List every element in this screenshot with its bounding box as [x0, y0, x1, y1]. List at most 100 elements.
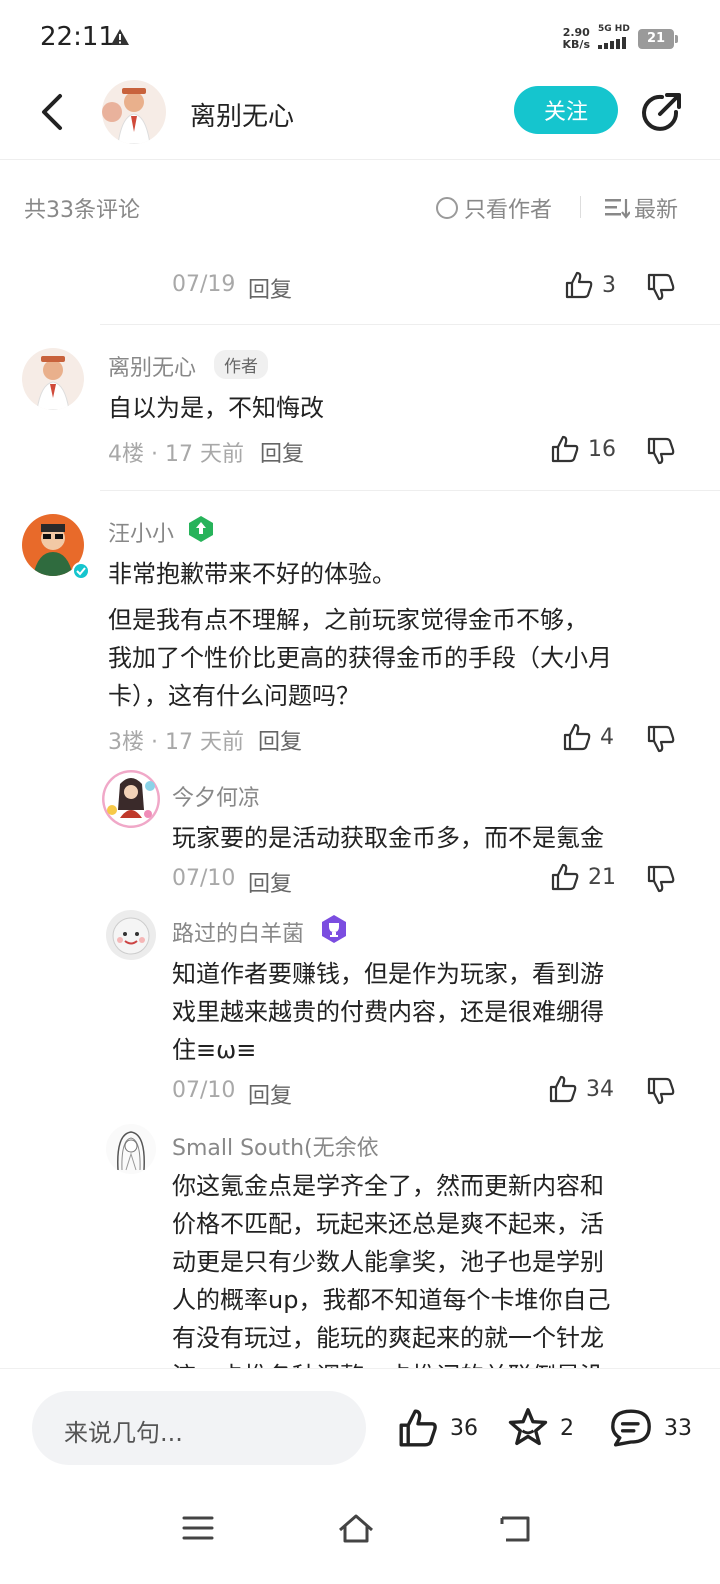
commenter-name[interactable]: 路过的白羊菌: [172, 916, 304, 948]
comment-text-line: 非常抱歉带来不好的体验。: [108, 560, 396, 588]
like-count: 16: [588, 436, 616, 462]
comment-input-placeholder: 来说几句...: [64, 1419, 183, 1447]
comment-count-total: 33: [664, 1415, 692, 1441]
share-icon[interactable]: [638, 90, 684, 136]
sort-label: 最新: [634, 198, 679, 223]
reply-date: 07/19: [172, 272, 236, 297]
bottom-action-bar: 来说几句... 36 2 33: [0, 1368, 720, 1488]
favorite-button[interactable]: 2: [506, 1407, 574, 1449]
reply-text: 玩家要的是活动获取金币多，而不是氪金: [172, 824, 604, 852]
comment-list[interactable]: █▆▇▆▅▆▇█▆▇▆▅▆▇▆▇▆▅ 07/19 回复 3 离别无心 作者 自以…: [0, 244, 720, 1368]
avatar[interactable]: [102, 770, 160, 828]
thumbs-down-icon[interactable]: [646, 436, 676, 466]
status-time: 22:11: [40, 22, 115, 52]
sort-icon: [605, 199, 630, 219]
like-count: 3: [602, 272, 616, 298]
sort-toggle[interactable]: 最新: [604, 192, 678, 224]
reply-button[interactable]: 回复: [248, 866, 292, 898]
reply-date: 07/10: [172, 1078, 236, 1103]
author-avatar[interactable]: [102, 80, 166, 144]
thumbs-up-icon: [565, 271, 593, 299]
reply-text-line: 戏里越来越贵的付费内容，还是很难绷得: [172, 998, 604, 1026]
comment-floor: 4楼 · 17 天前: [108, 442, 244, 467]
reply-button[interactable]: 回复: [248, 1078, 292, 1110]
system-nav-bar: [0, 1488, 720, 1584]
reply-button[interactable]: 回复: [248, 272, 292, 304]
warning-icon: [111, 29, 129, 45]
follow-button[interactable]: 关注: [514, 86, 618, 134]
thumbs-down-icon[interactable]: [646, 724, 676, 754]
back-arrow-icon[interactable]: [34, 90, 74, 134]
avatar[interactable]: [106, 910, 156, 960]
divider: [580, 196, 581, 218]
commenter-name[interactable]: 离别无心: [108, 350, 196, 382]
comment-text-line: 我加了个性价比更高的获得金币的手段（大小月: [108, 644, 612, 672]
status-bar: 22:11 2.90 KB/s 5G HD 21: [0, 0, 720, 76]
star-icon: [508, 1408, 548, 1446]
author-only-label: 只看作者: [464, 198, 553, 223]
comment-filter-bar: 共33条评论 只看作者 最新: [0, 160, 720, 244]
thumbs-up-icon: [399, 1409, 437, 1447]
reply-date: 07/10: [172, 866, 236, 891]
reply-text-line: 动更是只有少数人能拿奖，池子也是学别: [172, 1248, 604, 1276]
thumbs-up-icon: [563, 723, 591, 751]
thumbs-up-icon: [551, 435, 579, 463]
thumbs-down-icon[interactable]: [646, 272, 676, 302]
comment-bubble-icon: [611, 1409, 651, 1447]
thumbs-up-icon: [551, 863, 579, 891]
reply-button[interactable]: 回复: [258, 724, 302, 756]
favorite-count: 2: [560, 1415, 574, 1441]
reply-button[interactable]: 回复: [260, 436, 304, 468]
net-speed: 2.90 KB/s: [562, 25, 590, 51]
thumbs-up-icon: [549, 1075, 577, 1103]
battery-icon: 21: [638, 28, 678, 49]
comment-text: 自以为是，不知悔改: [108, 394, 324, 422]
author-only-toggle[interactable]: 只看作者: [436, 192, 552, 224]
comments-button[interactable]: 33: [608, 1407, 692, 1449]
comment-text-line: 卡），这有什么问题吗？: [108, 682, 360, 710]
author-badge: 作者: [214, 350, 268, 379]
comment-count: 共33条评论: [24, 198, 140, 223]
thumbs-down-icon[interactable]: [646, 864, 676, 894]
divider: [100, 490, 720, 491]
signal-indicator: 5G HD: [598, 24, 630, 53]
reply-text-line: 有没有玩过，能玩的爽起来的就一个针龙: [172, 1324, 604, 1352]
comment-input[interactable]: 来说几句...: [32, 1391, 366, 1465]
like-button[interactable]: 21: [550, 862, 616, 892]
like-button[interactable]: 34: [548, 1074, 614, 1104]
avatar[interactable]: [106, 1124, 156, 1174]
like-count: 21: [588, 864, 616, 890]
like-button[interactable]: 16: [550, 434, 616, 464]
menu-icon[interactable]: [178, 1508, 218, 1548]
status-icons: 2.90 KB/s 5G HD 21: [562, 24, 678, 53]
trophy-badge-icon: [322, 915, 346, 943]
reply-text-line: 价格不匹配，玩起来还总是爽不起来，活: [172, 1210, 604, 1238]
like-count: 34: [586, 1076, 614, 1102]
verified-icon: [72, 562, 90, 580]
thumbs-down-icon[interactable]: [646, 1076, 676, 1106]
signal-bars-icon: [598, 37, 626, 49]
like-button[interactable]: 3: [564, 270, 616, 300]
like-button[interactable]: 4: [562, 722, 614, 752]
reply-text-line: 知道作者要赚钱，但是作为玩家，看到游: [172, 960, 604, 988]
comment-floor: 3楼 · 17 天前: [108, 730, 244, 755]
page-title: 离别无心: [190, 102, 295, 132]
reply-text-line: 流，卡推各种调整，卡推词的关联倒是没: [172, 1358, 604, 1368]
developer-badge-icon: [189, 516, 213, 542]
avatar[interactable]: [22, 348, 84, 410]
reply-text-line: 你这氪金点是学齐全了，然而更新内容和: [172, 1172, 604, 1200]
back-nav-icon[interactable]: [496, 1508, 536, 1548]
radio-icon: [436, 197, 458, 219]
reply-text-line: 住≡ω≡: [172, 1036, 257, 1064]
commenter-name[interactable]: 汪小小: [108, 516, 174, 548]
home-icon[interactable]: [336, 1508, 376, 1548]
clipped-text: █▆▇▆▅▆▇█▆▇▆▅▆▇▆▇▆▅: [172, 244, 612, 252]
like-count: 4: [600, 724, 614, 750]
post-like-count: 36: [450, 1415, 478, 1441]
comment-text-line: 但是我有点不理解，之前玩家觉得金币不够，: [108, 606, 588, 634]
commenter-name[interactable]: Small South(无余依: [172, 1130, 379, 1162]
top-header: 离别无心 关注: [0, 76, 720, 160]
reply-text-line: 人的概率up，我都不知道每个卡堆你自己: [172, 1286, 611, 1314]
commenter-name[interactable]: 今夕何凉: [172, 780, 260, 812]
post-like-button[interactable]: 36: [396, 1407, 478, 1449]
